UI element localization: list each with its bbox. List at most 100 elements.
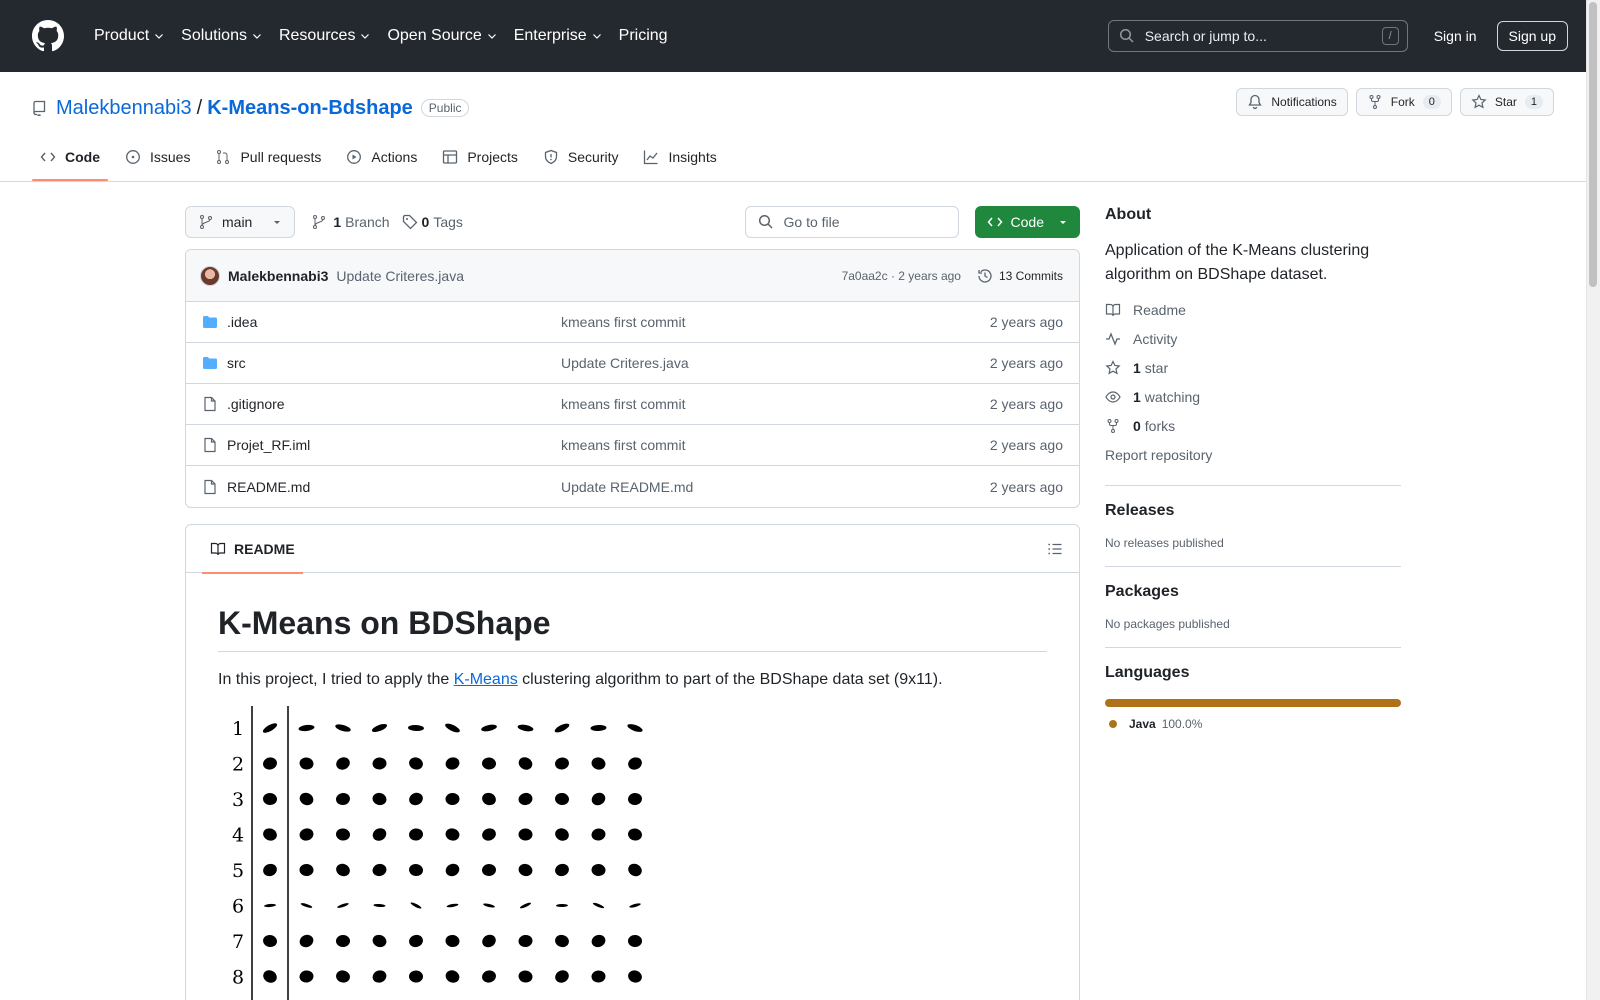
file-commit-message[interactable]: kmeans first commit	[561, 437, 990, 453]
file-name[interactable]: src	[227, 355, 561, 371]
tab-security[interactable]: Security	[535, 133, 627, 181]
nav-product[interactable]: Product	[86, 20, 173, 52]
tab-issues-label: Issues	[150, 149, 191, 165]
tab-actions[interactable]: Actions	[338, 133, 425, 181]
watchers-link[interactable]: 1 watching	[1105, 382, 1401, 411]
stars-label: star	[1144, 359, 1169, 376]
shape-silhouette	[518, 970, 533, 983]
forks-link[interactable]: 0 forks	[1105, 411, 1401, 440]
shape-silhouette	[263, 970, 277, 983]
shape-silhouette	[555, 828, 569, 841]
file-row[interactable]: src Update Criteres.java 2 years ago	[186, 343, 1079, 384]
shape-silhouette	[628, 934, 642, 948]
shape-silhouette	[336, 757, 350, 770]
file-row[interactable]: .gitignore kmeans first commit 2 years ago	[186, 384, 1079, 425]
list-unordered-icon[interactable]	[1047, 541, 1063, 557]
file-commit-message[interactable]: Update README.md	[561, 479, 990, 495]
language-item-java[interactable]: Java 100.0%	[1105, 717, 1401, 731]
shape-silhouette	[555, 934, 569, 948]
nav-resources[interactable]: Resources	[271, 20, 379, 52]
nav-pricing[interactable]: Pricing	[611, 20, 676, 52]
shape-silhouette	[628, 757, 642, 770]
report-repository-link[interactable]: Report repository	[1105, 447, 1401, 469]
shape-silhouette	[482, 757, 496, 770]
commit-message[interactable]: Update Criteres.java	[336, 268, 464, 284]
tab-code[interactable]: Code	[32, 133, 108, 181]
shape-silhouette	[445, 828, 460, 841]
nav-resources-label: Resources	[278, 27, 356, 44]
star-label: Star	[1494, 95, 1517, 109]
star-icon	[1105, 359, 1121, 374]
nav-open-source[interactable]: Open Source	[379, 20, 505, 52]
nav-solutions[interactable]: Solutions	[173, 20, 271, 52]
commits-history-link[interactable]: 13 Commits	[977, 268, 1063, 284]
star-button[interactable]: Star 1	[1459, 88, 1554, 116]
file-commit-message[interactable]: kmeans first commit	[561, 396, 990, 412]
repo-name-link[interactable]: K-Means-on-Bdshape	[207, 97, 413, 120]
shape-silhouette	[519, 902, 532, 909]
shape-silhouette	[373, 903, 386, 908]
shape-silhouette	[409, 863, 423, 877]
packages-heading[interactable]: Packages	[1105, 583, 1401, 601]
branch-icon	[313, 215, 326, 229]
go-to-file-input[interactable]: Go to file	[744, 206, 959, 238]
tab-insights[interactable]: Insights	[635, 133, 724, 181]
nav-product-label: Product	[94, 27, 150, 44]
readme-title: K-Means on BDShape	[218, 605, 1047, 652]
releases-heading[interactable]: Releases	[1105, 502, 1401, 520]
file-name[interactable]: .gitignore	[227, 396, 561, 412]
tab-issues[interactable]: Issues	[117, 133, 198, 181]
scrollbar-thumb[interactable]	[1589, 2, 1597, 287]
shape-silhouette	[336, 934, 350, 948]
code-dropdown-button[interactable]: Code	[974, 206, 1080, 238]
github-logo-icon[interactable]	[32, 20, 64, 52]
sign-in-link[interactable]: Sign in	[1434, 28, 1477, 44]
notifications-button[interactable]: Notifications	[1236, 88, 1348, 116]
file-name[interactable]: Projet_RF.iml	[227, 437, 561, 453]
page-scrollbar[interactable]	[1586, 0, 1600, 1000]
readme-link-label: Readme	[1133, 301, 1186, 318]
readme-intro: In this project, I tried to apply the K-…	[218, 668, 1047, 692]
shape-silhouette	[445, 934, 460, 948]
file-row[interactable]: .idea kmeans first commit 2 years ago	[186, 302, 1079, 343]
file-commit-message[interactable]: kmeans first commit	[561, 314, 990, 330]
shape-silhouette	[409, 970, 423, 983]
commit-hash-time[interactable]: 7a0aa2c · 2 years ago	[842, 269, 961, 283]
history-icon	[978, 268, 992, 283]
bdshape-sample-grid-image: 1 2 3 4 5 6 7 8	[232, 706, 643, 1000]
file-row[interactable]: README.md Update README.md 2 years ago	[186, 466, 1079, 507]
file-commit-message[interactable]: Update Criteres.java	[561, 355, 990, 371]
activity-link[interactable]: Activity	[1105, 324, 1401, 353]
nav-enterprise[interactable]: Enterprise	[506, 20, 611, 52]
file-row[interactable]: Projet_RF.iml kmeans first commit 2 years …	[186, 425, 1079, 466]
branch-selector[interactable]: main	[185, 206, 296, 238]
table-icon	[443, 150, 458, 164]
shape-silhouette	[336, 863, 350, 877]
file-name[interactable]: .idea	[227, 314, 561, 330]
k-means-link[interactable]: K-Means	[454, 671, 518, 688]
readme-panel: README K-Means on BDShape In this projec…	[185, 524, 1080, 1000]
search-input[interactable]: Search or jump to... /	[1107, 20, 1408, 52]
shape-silhouette	[445, 757, 460, 770]
file-icon	[204, 437, 216, 453]
branches-link[interactable]: 1 Branch	[311, 214, 390, 230]
shape-silhouette	[555, 970, 569, 983]
readme-link[interactable]: Readme	[1105, 295, 1401, 324]
sign-up-button[interactable]: Sign up	[1496, 21, 1568, 51]
readme-tab[interactable]: README	[202, 525, 303, 574]
grid-row-number: 6	[232, 896, 244, 918]
grid-row-number: 2	[232, 754, 244, 776]
file-name[interactable]: README.md	[227, 479, 561, 495]
avatar[interactable]	[200, 265, 220, 286]
star-icon	[1471, 94, 1487, 109]
shape-silhouette	[591, 970, 606, 983]
stars-link[interactable]: 1 star	[1105, 353, 1401, 382]
tab-projects[interactable]: Projects	[434, 133, 526, 181]
folder-icon	[203, 357, 217, 369]
shape-silhouette	[263, 828, 277, 841]
repo-owner-link[interactable]: Malekbennabi3	[56, 97, 192, 120]
tags-link[interactable]: 0 Tags	[402, 214, 463, 230]
commit-author[interactable]: Malekbennabi3	[228, 268, 328, 284]
fork-button[interactable]: Fork 0	[1355, 88, 1452, 116]
tab-pull-requests[interactable]: Pull requests	[207, 133, 329, 181]
